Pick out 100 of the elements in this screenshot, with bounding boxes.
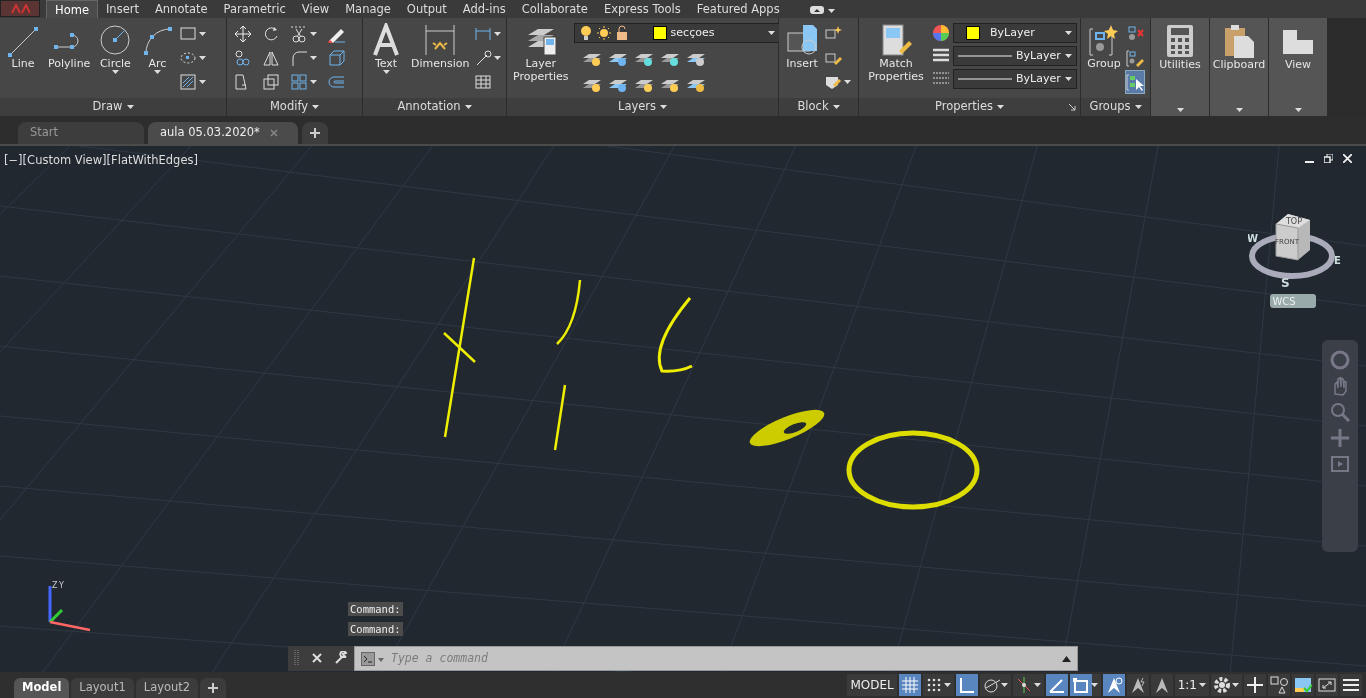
restore-icon[interactable] bbox=[1324, 154, 1333, 163]
ribbon-tool-button[interactable]: Line bbox=[3, 21, 43, 98]
dialog-launcher-icon[interactable] bbox=[1069, 103, 1076, 111]
viewport-label[interactable]: [−][Custom View][FlatWithEdges] bbox=[4, 152, 198, 170]
angle-icon[interactable] bbox=[1045, 674, 1068, 696]
match-properties-icon bbox=[879, 23, 913, 57]
tool-button[interactable] bbox=[290, 71, 317, 93]
ucs-axes-icon bbox=[48, 586, 91, 632]
ribbon-tool-button[interactable]: Text bbox=[366, 21, 406, 98]
new-layout-button[interactable] bbox=[200, 678, 227, 698]
tool-button[interactable] bbox=[234, 47, 252, 69]
ribbon-tab[interactable]: Output bbox=[398, 0, 455, 18]
compass-south-label[interactable]: S bbox=[1281, 276, 1290, 290]
lineweight-dropdown[interactable]: ByLayer bbox=[953, 46, 1077, 66]
customize-menu-icon[interactable] bbox=[1340, 674, 1362, 696]
line-sample-icon bbox=[958, 78, 1012, 80]
compass-east-label[interactable]: E bbox=[1334, 255, 1341, 266]
tool-icon bbox=[290, 49, 308, 67]
caret-icon bbox=[153, 70, 161, 75]
panel-title[interactable]: Draw bbox=[92, 98, 123, 116]
tool-icon bbox=[262, 49, 280, 67]
ribbon-tool-button[interactable]: Dimension bbox=[408, 21, 473, 98]
caret-icon bbox=[382, 70, 390, 75]
ribbon-tab[interactable]: Annotate bbox=[146, 0, 216, 18]
tool-button[interactable] bbox=[234, 23, 252, 45]
panel-title[interactable]: Layers bbox=[617, 98, 657, 116]
layout-tab[interactable]: Layout1 bbox=[71, 678, 134, 698]
status-toggle-button[interactable] bbox=[922, 674, 954, 696]
tool-icon bbox=[290, 25, 308, 43]
caret-icon bbox=[310, 32, 317, 36]
linetype-dropdown[interactable]: ByLayer bbox=[953, 69, 1077, 89]
caret-icon bbox=[997, 105, 1005, 109]
command-line-field[interactable]: Type a command bbox=[354, 646, 1078, 671]
layer-dropdown[interactable]: secçoes bbox=[573, 23, 780, 43]
ribbon-tab[interactable]: Parametric bbox=[215, 0, 294, 18]
z-axis-label: Z bbox=[52, 581, 58, 590]
status-toggle-button[interactable] bbox=[1069, 674, 1101, 696]
tool-button[interactable] bbox=[179, 71, 207, 93]
caret-icon bbox=[494, 32, 502, 36]
tool-button[interactable] bbox=[262, 71, 280, 93]
compass-west-label[interactable]: W bbox=[1248, 233, 1259, 244]
ribbon-tab[interactable]: Collaborate bbox=[513, 0, 596, 18]
tool-button[interactable] bbox=[290, 23, 317, 45]
wrench-icon[interactable] bbox=[334, 651, 348, 665]
caret-icon bbox=[1235, 108, 1243, 112]
grip-icon[interactable] bbox=[294, 650, 300, 666]
history-toggle-icon[interactable] bbox=[1062, 655, 1071, 662]
collapsed-panel-button[interactable]: Utilities bbox=[1151, 18, 1209, 116]
command-prompt-icon[interactable] bbox=[361, 651, 385, 666]
grid-icon[interactable] bbox=[898, 674, 921, 696]
fullscreen-icon[interactable] bbox=[1316, 674, 1338, 696]
ribbon-tool-button[interactable]: Polyline bbox=[45, 21, 94, 98]
caret-icon bbox=[199, 32, 207, 36]
collapsed-panel-button[interactable]: View bbox=[1269, 18, 1327, 116]
caret-icon bbox=[312, 105, 320, 109]
caret-icon bbox=[199, 80, 207, 84]
ribbon-tool-button[interactable]: Layer Properties bbox=[510, 21, 572, 98]
tool-icon bbox=[179, 49, 198, 67]
ribbon-tool-button[interactable]: Arc bbox=[137, 21, 178, 98]
ribbon-tool-button[interactable]: Circle bbox=[95, 21, 136, 98]
annotation-scale-button[interactable]: 1:1 bbox=[1174, 674, 1209, 696]
ribbon-tab[interactable]: Manage bbox=[337, 0, 399, 18]
tool-button[interactable] bbox=[1126, 47, 1144, 69]
view-cube-drawing[interactable] bbox=[1275, 214, 1310, 261]
caret-icon bbox=[464, 105, 472, 109]
tool-button[interactable] bbox=[327, 47, 345, 69]
ribbon-tab[interactable]: Featured Apps bbox=[688, 0, 788, 18]
tool-icon bbox=[234, 49, 252, 67]
app-menu-button[interactable] bbox=[0, 0, 40, 17]
status-toggle-button[interactable] bbox=[1012, 674, 1044, 696]
plus-icon bbox=[310, 128, 320, 138]
new-tab-button[interactable] bbox=[302, 122, 328, 144]
ribbon-tab[interactable]: Insert bbox=[97, 0, 147, 18]
plus-icon[interactable] bbox=[1244, 674, 1266, 696]
ribbon-tab[interactable]: Add-ins bbox=[454, 0, 514, 18]
ortho-icon[interactable] bbox=[955, 674, 978, 696]
layout-tab[interactable]: Model bbox=[14, 678, 70, 698]
model-space-button[interactable]: MODEL bbox=[847, 674, 897, 696]
tool-icon bbox=[262, 73, 280, 91]
layout-tab[interactable]: Layout2 bbox=[135, 678, 199, 698]
caret-icon bbox=[1294, 108, 1302, 112]
ribbon-tab[interactable]: Express Tools bbox=[595, 0, 689, 18]
collapsed-panel-button[interactable]: Clipboard bbox=[1210, 18, 1268, 116]
caret-icon bbox=[767, 31, 775, 35]
annotation-visibility-icon[interactable] bbox=[1102, 674, 1125, 696]
line-sample-icon bbox=[958, 55, 1012, 57]
file-tab[interactable]: Start bbox=[18, 122, 144, 144]
status-toggle-button[interactable] bbox=[979, 674, 1011, 696]
isolate-objects-icon[interactable] bbox=[1268, 674, 1290, 696]
ribbon-tab[interactable]: View bbox=[293, 0, 338, 18]
caret-icon bbox=[199, 56, 207, 60]
ribbon-tool-button[interactable]: Group bbox=[1084, 21, 1124, 98]
file-tab[interactable]: aula 05.03.2020* bbox=[148, 122, 298, 144]
ribbon-tool-button[interactable]: Match Properties bbox=[862, 21, 930, 98]
ribbon-tab[interactable]: Home bbox=[46, 0, 98, 18]
color-dropdown[interactable]: ByLayer bbox=[953, 23, 1077, 43]
status-toggle-button[interactable] bbox=[1211, 674, 1242, 696]
tool-button[interactable] bbox=[1126, 71, 1144, 93]
layer-name: secçoes bbox=[670, 24, 716, 41]
ribbon-tool-button[interactable]: Insert bbox=[782, 21, 822, 98]
